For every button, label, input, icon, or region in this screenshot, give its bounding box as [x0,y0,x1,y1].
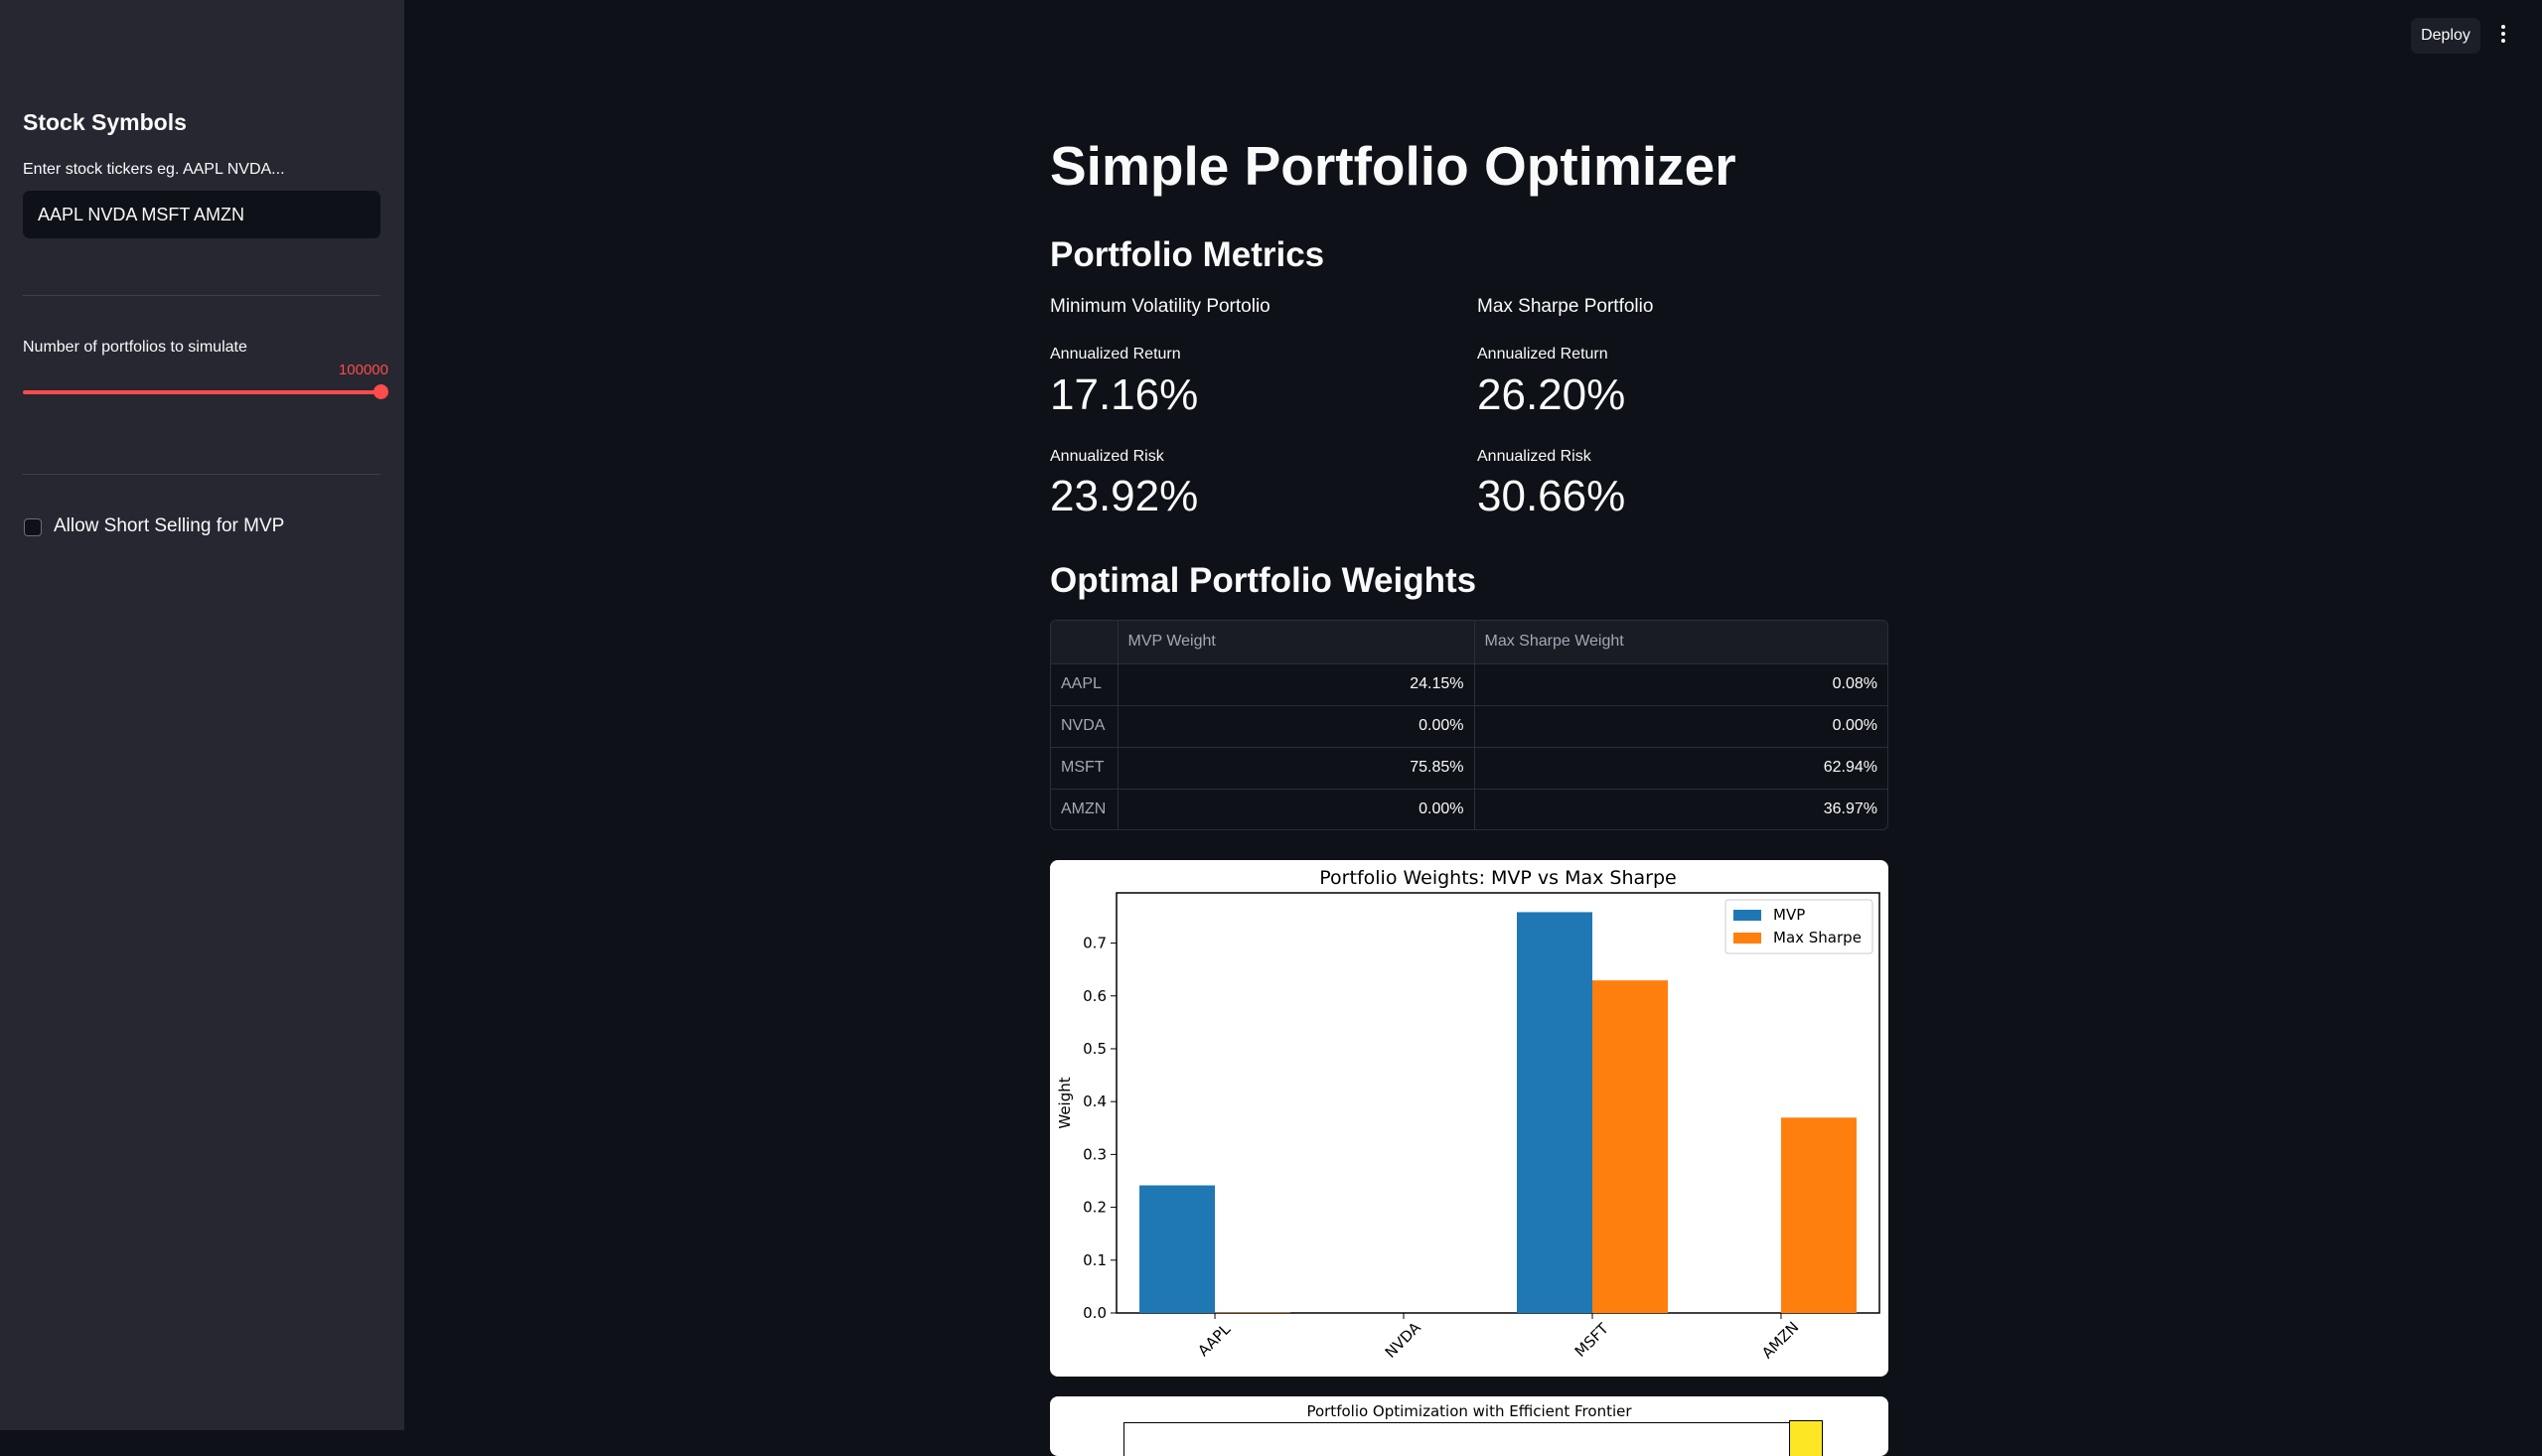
weights-table[interactable]: MVP Weight Max Sharpe Weight AAPL 24.15%… [1050,620,1888,830]
legend-label: Max Sharpe [1773,929,1862,946]
max-sharpe-risk-value: 30.66% [1477,472,1625,521]
mvp-name: Minimum Volatility Portolio [1050,296,1271,318]
mvp-return-label: Annualized Return [1050,346,1181,364]
sidebar-divider [23,474,380,475]
bar-max-sharpe-amzn [1781,1117,1857,1313]
table-cell: AMZN [1051,789,1118,830]
portfolios-slider-track[interactable] [23,390,380,394]
short-selling-label[interactable]: Allow Short Selling for MVP [54,515,284,537]
mvp-return-value: 17.16% [1050,370,1198,420]
legend-swatch [1733,933,1761,944]
chart-title: Portfolio Weights: MVP vs Max Sharpe [1319,867,1676,889]
ticker-input[interactable]: AAPL NVDA MSFT AMZN [23,191,380,238]
table-cell: 24.15% [1118,663,1474,705]
sidebar-heading: Stock Symbols [23,109,187,136]
weights-bar-chart: Portfolio Weights: MVP vs Max Sharpe AAPL… [1050,860,1888,1377]
table-row: NVDA 0.00% 0.00% [1051,705,1887,747]
y-tick-label: 0.4 [1083,1092,1107,1110]
x-tick-label: AMZN [1758,1318,1802,1362]
table-cell: 0.00% [1118,705,1474,747]
efficient-frontier-title: Portfolio Optimization with Efficient Fr… [1050,1402,1888,1420]
x-tick-label: NVDA [1382,1318,1425,1362]
efficient-frontier-plot-area [1123,1422,1807,1456]
portfolios-slider-thumb[interactable] [374,384,388,399]
max-sharpe-return-label: Annualized Return [1477,346,1608,364]
portfolios-slider-label: Number of portfolios to simulate [23,339,247,357]
max-sharpe-return-value: 26.20% [1477,370,1625,420]
portfolios-slider-value: 100000 [298,362,388,378]
max-sharpe-name: Max Sharpe Portfolio [1477,296,1653,318]
weights-chart-card: Portfolio Weights: MVP vs Max Sharpe AAPL… [1050,860,1888,1377]
table-row: MSFT 75.85% 62.94% [1051,747,1887,789]
sidebar: Stock Symbols Enter stock tickers eg. AA… [0,0,404,1430]
y-tick-label: 0.5 [1083,1040,1107,1058]
page-title: Simple Portfolio Optimizer [1050,134,1736,198]
table-cell: MSFT [1051,747,1118,789]
y-tick-label: 0.1 [1083,1251,1107,1269]
table-cell: 62.94% [1474,747,1887,789]
y-tick-label: 0.0 [1083,1304,1107,1322]
more-vertical-icon[interactable] [2493,22,2513,48]
x-tick-label: AAPL [1194,1320,1234,1360]
efficient-frontier-chart-card: Portfolio Optimization with Efficient Fr… [1050,1396,1888,1456]
mvp-risk-value: 23.92% [1050,472,1198,521]
short-selling-checkbox[interactable] [24,518,42,536]
weights-heading: Optimal Portfolio Weights [1050,561,1476,601]
y-axis-label: Weight [1056,1077,1074,1128]
table-row: AAPL 24.15% 0.08% [1051,663,1887,705]
ticker-input-label: Enter stock tickers eg. AAPL NVDA... [23,161,285,179]
table-cell: 0.00% [1118,789,1474,830]
table-header-mvp[interactable]: MVP Weight [1118,621,1474,663]
max-sharpe-risk-label: Annualized Risk [1477,448,1591,466]
efficient-frontier-colorbar [1789,1420,1823,1456]
table-cell: AAPL [1051,663,1118,705]
bar-mvp-aapl [1139,1186,1215,1313]
metrics-heading: Portfolio Metrics [1050,235,1324,275]
y-tick-label: 0.6 [1083,987,1107,1005]
table-cell: 0.08% [1474,663,1887,705]
bar-mvp-msft [1517,912,1592,1313]
table-cell: NVDA [1051,705,1118,747]
table-cell: 0.00% [1474,705,1887,747]
mvp-risk-label: Annualized Risk [1050,448,1164,466]
table-cell: 75.85% [1118,747,1474,789]
y-tick-label: 0.7 [1083,935,1107,952]
x-tick-label: MSFT [1571,1319,1613,1361]
plot-area-frame [1117,893,1879,1313]
table-cell: 36.97% [1474,789,1887,830]
deploy-button[interactable]: Deploy [2411,18,2480,54]
table-header-index [1051,621,1118,663]
sidebar-divider [23,295,380,296]
bar-max-sharpe-msft [1592,980,1668,1313]
legend-label: MVP [1773,906,1805,924]
table-header-max-sharpe[interactable]: Max Sharpe Weight [1474,621,1887,663]
table-row: AMZN 0.00% 36.97% [1051,789,1887,830]
y-tick-label: 0.2 [1083,1199,1107,1217]
y-tick-label: 0.3 [1083,1145,1107,1163]
legend-swatch [1733,910,1761,921]
